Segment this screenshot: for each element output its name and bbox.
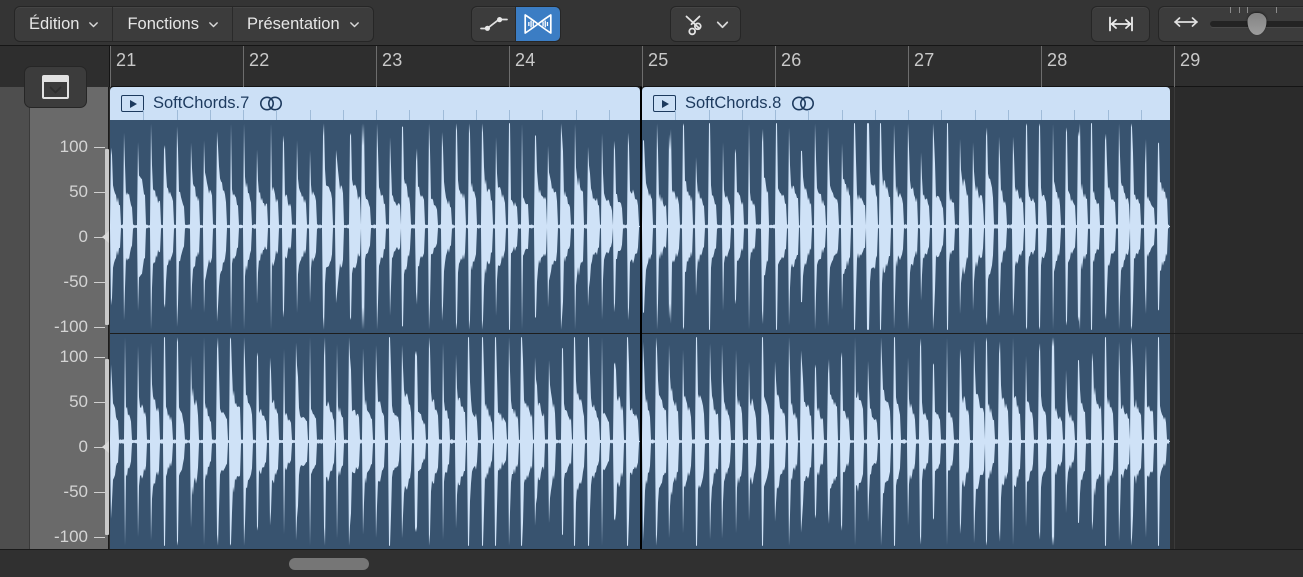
amplitude-tick	[94, 282, 105, 283]
panel-chevron-down-icon	[42, 75, 69, 99]
region-header[interactable]: SoftChords.7	[110, 87, 640, 120]
region-beat-ticks	[110, 109, 640, 120]
amplitude-tick	[94, 537, 105, 538]
audio-editor-window: Édition Fonctions Présentation	[0, 0, 1303, 577]
ruler-bar-25: 25	[642, 46, 643, 87]
amplitude-tick	[94, 402, 105, 403]
zoom-slider-thumb[interactable]	[1248, 13, 1267, 35]
ruler-bar-26: 26	[775, 46, 776, 87]
fit-to-window-group	[1091, 6, 1150, 42]
chevron-down-icon	[716, 18, 729, 31]
grid-line	[1174, 87, 1175, 549]
menu-button-group: Édition Fonctions Présentation	[14, 6, 374, 42]
left-right-arrow-icon	[1172, 15, 1200, 34]
amplitude-label: 50	[69, 392, 88, 412]
scrollbar-left-spacer	[0, 550, 99, 577]
amplitude-tick	[94, 192, 105, 193]
amplitude-scale-channel-right: 100 50 0 -50 -100	[30, 334, 109, 549]
waveform-channel-left	[110, 120, 640, 333]
amplitude-label: 100	[60, 347, 88, 367]
ruler-bar-label: 25	[648, 50, 668, 71]
region-boundary-line	[640, 87, 642, 549]
amplitude-label: 100	[60, 137, 88, 157]
edit-tool-group	[471, 6, 561, 42]
amplitude-label: 0	[79, 227, 88, 247]
horizontal-zoom-slider[interactable]	[1159, 7, 1303, 41]
amplitude-zero-marker	[102, 231, 109, 243]
amplitude-scale: 100 50 0 -50 -100 100 50 0 -50 -100	[30, 87, 109, 549]
chevron-down-icon	[349, 19, 360, 30]
menu-fonctions[interactable]: Fonctions	[113, 7, 233, 41]
ruler-bar-label: 22	[249, 50, 269, 71]
amplitude-tick	[94, 357, 105, 358]
region-waveform	[642, 120, 1170, 549]
horizontal-scrollbar[interactable]	[0, 549, 1303, 577]
fade-tool-icon[interactable]	[472, 7, 516, 41]
menu-edition[interactable]: Édition	[15, 7, 113, 41]
amplitude-label: 0	[79, 437, 88, 457]
track-gutter	[0, 87, 30, 549]
ruler-bar-label: 27	[914, 50, 934, 71]
ruler-bar-29: 29	[1174, 46, 1175, 87]
ruler-bar-28: 28	[1041, 46, 1042, 87]
amplitude-label: 50	[69, 182, 88, 202]
scrollbar-thumb[interactable]	[289, 558, 369, 570]
amplitude-label: -100	[54, 527, 88, 547]
amplitude-label: -50	[63, 272, 88, 292]
chevron-down-icon	[88, 19, 99, 30]
ruler-bar-22: 22	[243, 46, 244, 87]
editor-toolbar: Édition Fonctions Présentation	[0, 0, 1303, 46]
region-beat-ticks	[642, 109, 1170, 120]
waveform-channel-right	[642, 334, 1170, 549]
menu-edition-label: Édition	[29, 15, 79, 34]
show-hide-inspector-button[interactable]	[24, 66, 87, 108]
channel-divider	[110, 333, 1303, 334]
menu-presentation-label: Présentation	[247, 15, 340, 34]
scissors-tool-icon[interactable]	[671, 7, 740, 41]
split-tool-group	[670, 6, 741, 42]
ruler-bar-24: 24	[509, 46, 510, 87]
amplitude-tick	[94, 147, 105, 148]
ruler-bar-label: 23	[382, 50, 402, 71]
audio-region[interactable]: SoftChords.8	[642, 87, 1170, 549]
zoom-slider-group	[1158, 6, 1303, 42]
ruler-bar-label: 29	[1180, 50, 1200, 71]
editor-body: 100 50 0 -50 -100 100 50 0 -50 -100 SoftChords.7…	[0, 87, 1303, 549]
ruler-bar-27: 27	[908, 46, 909, 87]
bar-ruler[interactable]: 21 22 23 24 25 26 27 28 29	[0, 46, 1303, 87]
waveform-canvas[interactable]: SoftChords.7SoftChords.8	[110, 87, 1303, 549]
ruler-bar-label: 26	[781, 50, 801, 71]
chevron-down-icon	[208, 19, 219, 30]
amplitude-label: -50	[63, 482, 88, 502]
ruler-bar-label: 21	[116, 50, 136, 71]
zoom-slider-track[interactable]	[1210, 21, 1303, 27]
fit-to-window-icon[interactable]	[1092, 7, 1149, 41]
waveform-channel-left	[642, 120, 1170, 333]
region-header[interactable]: SoftChords.8	[642, 87, 1170, 120]
amplitude-scale-channel-left: 100500-50-100	[30, 87, 109, 333]
amplitude-zero-marker	[102, 441, 109, 453]
menu-fonctions-label: Fonctions	[127, 15, 199, 34]
region-waveform	[110, 120, 640, 549]
waveform-channel-right	[110, 334, 640, 549]
audio-region[interactable]: SoftChords.7	[110, 87, 640, 549]
crossfade-tool-icon[interactable]	[516, 7, 560, 41]
menu-presentation[interactable]: Présentation	[233, 7, 373, 41]
ruler-bar-label: 24	[515, 50, 535, 71]
ruler-bar-23: 23	[376, 46, 377, 87]
amplitude-tick	[94, 492, 105, 493]
amplitude-tick	[94, 327, 105, 328]
ruler-bar-label: 28	[1047, 50, 1067, 71]
ruler-bar-21: 21	[110, 46, 111, 87]
